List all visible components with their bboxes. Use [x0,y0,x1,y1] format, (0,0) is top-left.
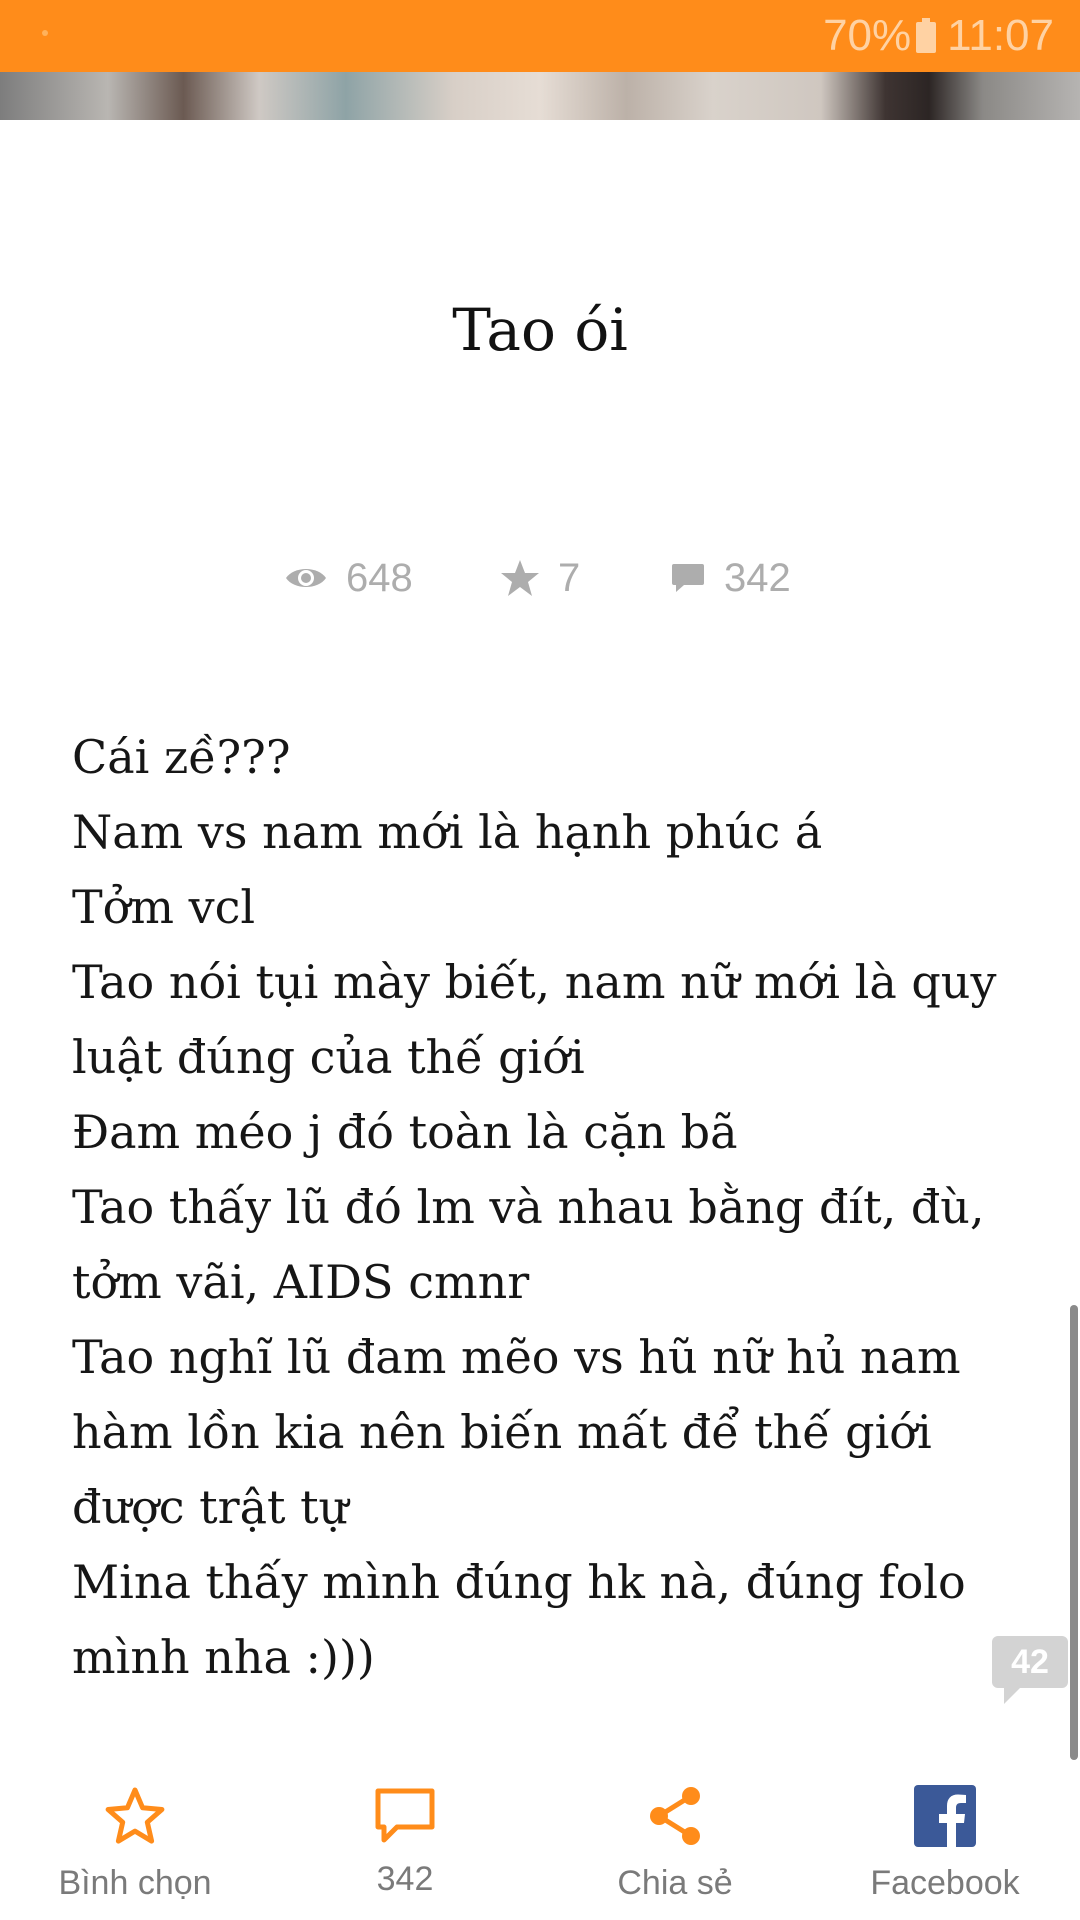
story-body: Cái zề??? Nam vs nam mới là hạnh phúc á … [72,720,1012,1695]
comments-label: 342 [376,1860,434,1898]
clock: 11:07 [947,11,1054,60]
story-line: Mina thấy mình đúng hk nà, đúng folo mìn… [72,1555,966,1684]
comments-stat: 342 [670,548,791,608]
scrollbar[interactable] [1070,1305,1078,1760]
star-outline-icon [105,1787,165,1844]
views-stat: 648 [284,548,413,608]
vote-icon-wrap [103,1780,167,1852]
facebook-label: Facebook [870,1864,1020,1902]
share-label: Chia sẻ [617,1864,733,1902]
share-button[interactable]: Chia sẻ [600,1760,750,1920]
story-line: Đam méo j đó toàn là cặn bã [72,1105,738,1159]
notification-dot [42,30,48,36]
battery-icon [915,18,937,54]
status-right: 70% 11:07 [823,0,1054,72]
vote-label: Bình chọn [58,1864,212,1902]
story-line: Cái zề??? [72,730,291,784]
comment-outline-icon [375,1788,435,1843]
eye-icon [286,569,326,587]
comments-count: 342 [724,555,791,600]
story-title: Tao ói [452,296,628,364]
story-line: Tởm vcl [72,880,256,934]
inline-comment-bubble[interactable]: 42 [992,1636,1068,1688]
facebook-icon-wrap [914,1780,976,1852]
share-icon-wrap [645,1780,705,1852]
comments-button[interactable]: 342 [330,1760,480,1920]
views-count: 648 [346,555,413,600]
story-cover-image [0,72,1080,120]
votes-count: 7 [558,555,581,600]
story-line: Tao nói tụi mày biết, nam nữ mới là quy … [72,955,997,1084]
bottom-action-bar: Bình chọn 342 Chia sẻ Facebook [0,1760,1080,1920]
comment-icon [672,564,704,592]
story-line: Tao thấy lũ đó lm và nhau bằng đít, đù, … [72,1180,985,1309]
facebook-icon [914,1785,976,1847]
inline-comment-bubble-tail [1004,1686,1022,1704]
comments-icon-wrap [373,1780,437,1852]
battery-percent: 70% [823,11,912,60]
facebook-share-button[interactable]: Facebook [855,1760,1035,1920]
status-bar: 70% 11:07 [0,0,1080,72]
votes-stat: 7 [500,548,580,608]
story-stats: 648 7 342 [0,548,1080,608]
story-line: Tao nghĩ lũ đam mẽo vs hũ nữ hủ nam hàm … [72,1330,961,1534]
story-line: Nam vs nam mới là hạnh phúc á [72,805,823,859]
vote-button[interactable]: Bình chọn [40,1760,230,1920]
share-icon [650,1787,700,1845]
star-icon [501,560,539,596]
